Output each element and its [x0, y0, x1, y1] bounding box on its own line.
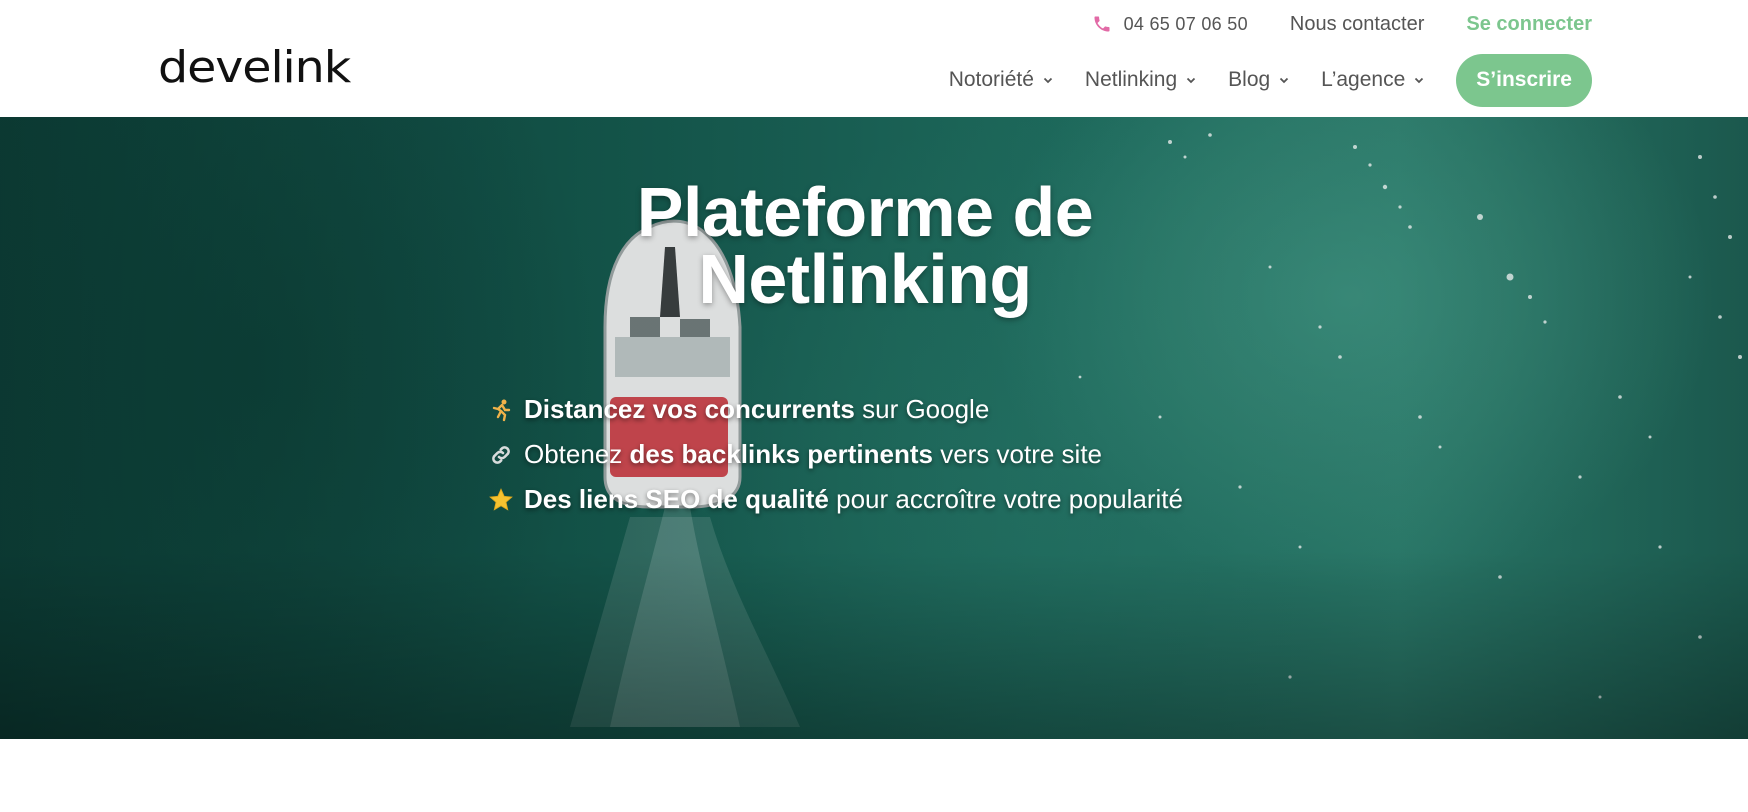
hero-title-line1: Plateforme de — [636, 173, 1094, 251]
nav-item-label: Notoriété — [948, 68, 1034, 91]
hero-title-line2: Netlinking — [698, 240, 1032, 318]
nav-item-label: L’agence — [1321, 68, 1406, 91]
page: develink 04 65 07 06 50 Nous contacter S… — [0, 0, 1748, 812]
logo[interactable]: develink — [158, 44, 351, 92]
main-nav: Notoriété Netlinking Blog L’agence S’ins… — [949, 53, 1592, 107]
site-header: develink 04 65 07 06 50 Nous contacter S… — [0, 0, 1748, 117]
link-icon — [488, 442, 514, 468]
bullet-rest: pour accroître votre popularité — [828, 484, 1183, 514]
login-link[interactable]: Se connecter — [1466, 13, 1592, 36]
bullet-item: Des liens SEO de qualité pour accroître … — [488, 477, 1183, 522]
nav-item-label: Netlinking — [1084, 68, 1178, 91]
contact-link[interactable]: Nous contacter — [1290, 13, 1425, 36]
bullet-bold: Des liens SEO de qualité — [524, 484, 829, 514]
chevron-down-icon — [1042, 74, 1054, 86]
runner-icon — [488, 397, 514, 423]
chevron-down-icon — [1413, 74, 1425, 86]
bullet-rest: vers votre site — [932, 439, 1103, 469]
phone-icon — [1092, 14, 1112, 34]
phone-number: 04 65 07 06 50 — [1123, 13, 1248, 34]
hero-section: Plateforme de Netlinking Distancez vos c… — [0, 117, 1748, 739]
top-bar: 04 65 07 06 50 Nous contacter Se connect… — [1092, 10, 1592, 38]
star-icon — [488, 487, 514, 513]
phone-contact[interactable]: 04 65 07 06 50 — [1092, 14, 1248, 35]
hero-title: Plateforme de Netlinking — [0, 173, 1730, 318]
bullet-item: Distancez vos concurrents sur Google — [488, 387, 1183, 432]
nav-item-netlinking[interactable]: Netlinking — [1085, 68, 1197, 92]
nav-item-notoriete[interactable]: Notoriété — [949, 68, 1054, 92]
bullet-rest: sur Google — [854, 394, 990, 424]
logo-text: develink — [158, 42, 351, 93]
bullet-item: Obtenez des backlinks pertinents vers vo… — [488, 432, 1183, 477]
bullet-bold: des backlinks pertinents — [629, 439, 933, 469]
nav-item-label: Blog — [1228, 68, 1271, 91]
signup-button[interactable]: S’inscrire — [1456, 53, 1592, 107]
chevron-down-icon — [1185, 74, 1197, 86]
bullet-pre: Obtenez — [524, 439, 630, 469]
bullet-bold: Distancez vos concurrents — [524, 394, 855, 424]
chevron-down-icon — [1278, 74, 1290, 86]
nav-item-agence[interactable]: L’agence — [1321, 68, 1425, 92]
nav-item-blog[interactable]: Blog — [1228, 68, 1290, 92]
hero-bullets: Distancez vos concurrents sur Google Obt… — [488, 387, 1183, 522]
